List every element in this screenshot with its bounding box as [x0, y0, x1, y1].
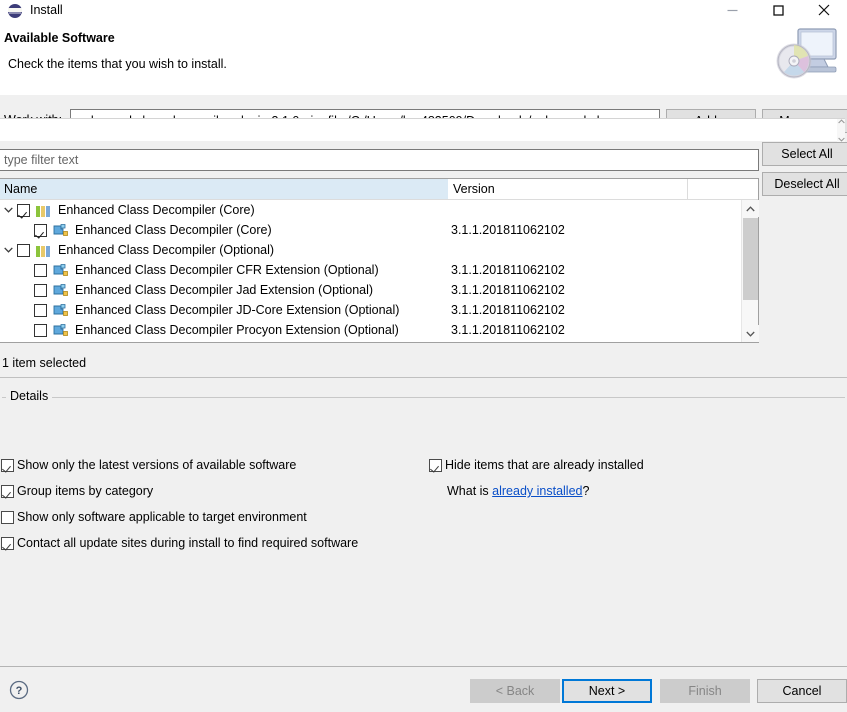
plugin-icon	[52, 263, 69, 277]
maximize-button[interactable]	[755, 0, 801, 20]
table-row[interactable]: Enhanced Class Decompiler Procyon Extens…	[0, 320, 740, 340]
search-input[interactable]	[0, 152, 758, 168]
page-title: Available Software	[4, 31, 115, 45]
table-row[interactable]: Enhanced Class Decompiler CFR Extension …	[0, 260, 740, 280]
software-tree: Name Version Enhanced Class Decompiler (…	[0, 178, 759, 343]
checkbox-group-by-category[interactable]	[1, 484, 14, 498]
tree-header: Name Version	[0, 179, 758, 200]
row-name: Enhanced Class Decompiler CFR Extension …	[75, 263, 379, 277]
table-row[interactable]: Enhanced Class Decompiler (Core) 3.1.1.20…	[0, 220, 740, 240]
checkbox-latest-versions[interactable]	[1, 458, 14, 472]
selection-status: 1 item selected	[2, 356, 87, 370]
option-applicable-target[interactable]: Show only software applicable to target …	[1, 510, 307, 524]
back-button[interactable]: < Back	[470, 679, 560, 703]
row-name: Enhanced Class Decompiler Procyon Extens…	[75, 323, 399, 337]
deselect-all-button[interactable]: Deselect All	[762, 172, 847, 196]
plugin-icon	[52, 223, 69, 237]
scrollbar-thumb[interactable]	[743, 218, 758, 300]
eclipse-icon	[8, 3, 23, 18]
option-hide-installed[interactable]: Hide items that are already installed	[429, 458, 644, 472]
row-name: Enhanced Class Decompiler Jad Extension …	[75, 283, 374, 297]
option-latest-versions[interactable]: Show only the latest versions of availab…	[1, 458, 296, 472]
page-subtitle: Check the items that you wish to install…	[8, 57, 227, 71]
dialog-footer: ? < Back Next > Finish Cancel	[0, 667, 847, 712]
details-text-area[interactable]	[0, 118, 845, 142]
plugin-icon	[52, 303, 69, 317]
table-row[interactable]: Enhanced Class Decompiler JD-Core Extens…	[0, 300, 740, 320]
chevron-down-icon[interactable]	[0, 247, 17, 253]
details-group: Details	[2, 389, 845, 439]
row-checkbox[interactable]	[34, 263, 47, 277]
checkbox-applicable-target[interactable]	[1, 510, 14, 524]
title-bar-left: Install	[8, 0, 63, 20]
option-applicable-target-label: Show only software applicable to target …	[17, 510, 307, 524]
row-name: Enhanced Class Decompiler JD-Core Extens…	[75, 303, 400, 317]
option-group-by-category-label: Group items by category	[17, 484, 154, 498]
chevron-up-icon	[837, 119, 845, 124]
row-version: 3.1.1.201811062102	[451, 323, 565, 337]
checkbox-hide-installed[interactable]	[429, 458, 442, 472]
option-hide-installed-label: Hide items that are already installed	[445, 458, 644, 472]
select-all-button[interactable]: Select All	[762, 142, 847, 166]
row-version: 3.1.1.201811062102	[451, 263, 565, 277]
tree-rows: Enhanced Class Decompiler (Core) Enhanced…	[0, 200, 740, 342]
row-checkbox[interactable]	[34, 283, 47, 297]
table-row[interactable]: Enhanced Class Decompiler (Core)	[0, 200, 740, 220]
next-button[interactable]: Next >	[562, 679, 652, 703]
details-scrollbar[interactable]	[837, 119, 845, 142]
dialog-header: Available Software Check the items that …	[0, 20, 847, 115]
close-button[interactable]	[801, 0, 847, 20]
chevron-up-icon[interactable]	[742, 200, 759, 217]
finish-button[interactable]: Finish	[660, 679, 750, 703]
column-header-name[interactable]: Name	[0, 179, 448, 199]
window-controls	[709, 0, 847, 20]
row-checkbox[interactable]	[34, 223, 47, 237]
row-version: 3.1.1.201811062102	[451, 283, 565, 297]
row-version: 3.1.1.201811062102	[451, 223, 565, 237]
row-version: 3.1.1.201811062102	[451, 303, 565, 317]
tree-vertical-scrollbar[interactable]	[741, 200, 759, 342]
cancel-button[interactable]: Cancel	[757, 679, 847, 703]
svg-text:?: ?	[16, 685, 23, 697]
option-contact-update-sites[interactable]: Contact all update sites during install …	[1, 536, 358, 550]
category-bars-icon	[36, 203, 52, 217]
already-installed-question: What is already installed?	[447, 484, 589, 498]
row-checkbox[interactable]	[34, 303, 47, 317]
row-name: Enhanced Class Decompiler (Core)	[58, 203, 255, 217]
plugin-icon	[52, 323, 69, 337]
plugin-icon	[52, 283, 69, 297]
details-frame	[2, 397, 845, 439]
minimize-button[interactable]	[709, 0, 755, 20]
window-title: Install	[30, 3, 63, 17]
already-installed-suffix: ?	[582, 484, 590, 498]
table-row[interactable]: Enhanced Class Decompiler Jad Extension …	[0, 280, 740, 300]
already-installed-prefix: What is	[447, 484, 493, 498]
filter-field[interactable]	[0, 149, 759, 171]
title-bar: Install	[0, 0, 847, 20]
option-contact-update-sites-label: Contact all update sites during install …	[17, 536, 359, 550]
main-content: Work with: enhanced-class-decompiler-plu…	[0, 95, 847, 666]
content-divider	[0, 377, 847, 378]
chevron-down-icon	[837, 137, 845, 142]
chevron-down-icon[interactable]	[742, 325, 759, 342]
row-checkbox[interactable]	[34, 323, 47, 337]
option-group-by-category[interactable]: Group items by category	[1, 484, 153, 498]
category-bars-icon	[36, 243, 52, 257]
row-name: Enhanced Class Decompiler (Optional)	[58, 243, 275, 257]
already-installed-link[interactable]: already installed	[492, 484, 582, 498]
details-label: Details	[6, 389, 53, 403]
help-circle-icon[interactable]: ?	[9, 680, 29, 700]
chevron-down-icon[interactable]	[0, 207, 17, 213]
row-name: Enhanced Class Decompiler (Core)	[75, 223, 272, 237]
computer-disc-icon	[768, 26, 840, 86]
option-latest-versions-label: Show only the latest versions of availab…	[17, 458, 297, 472]
table-row[interactable]: Enhanced Class Decompiler (Optional)	[0, 240, 740, 260]
column-header-blank	[688, 179, 740, 199]
row-checkbox[interactable]	[17, 203, 30, 217]
row-checkbox[interactable]	[17, 243, 30, 257]
column-header-version[interactable]: Version	[448, 179, 688, 199]
checkbox-contact-update-sites[interactable]	[1, 536, 14, 550]
